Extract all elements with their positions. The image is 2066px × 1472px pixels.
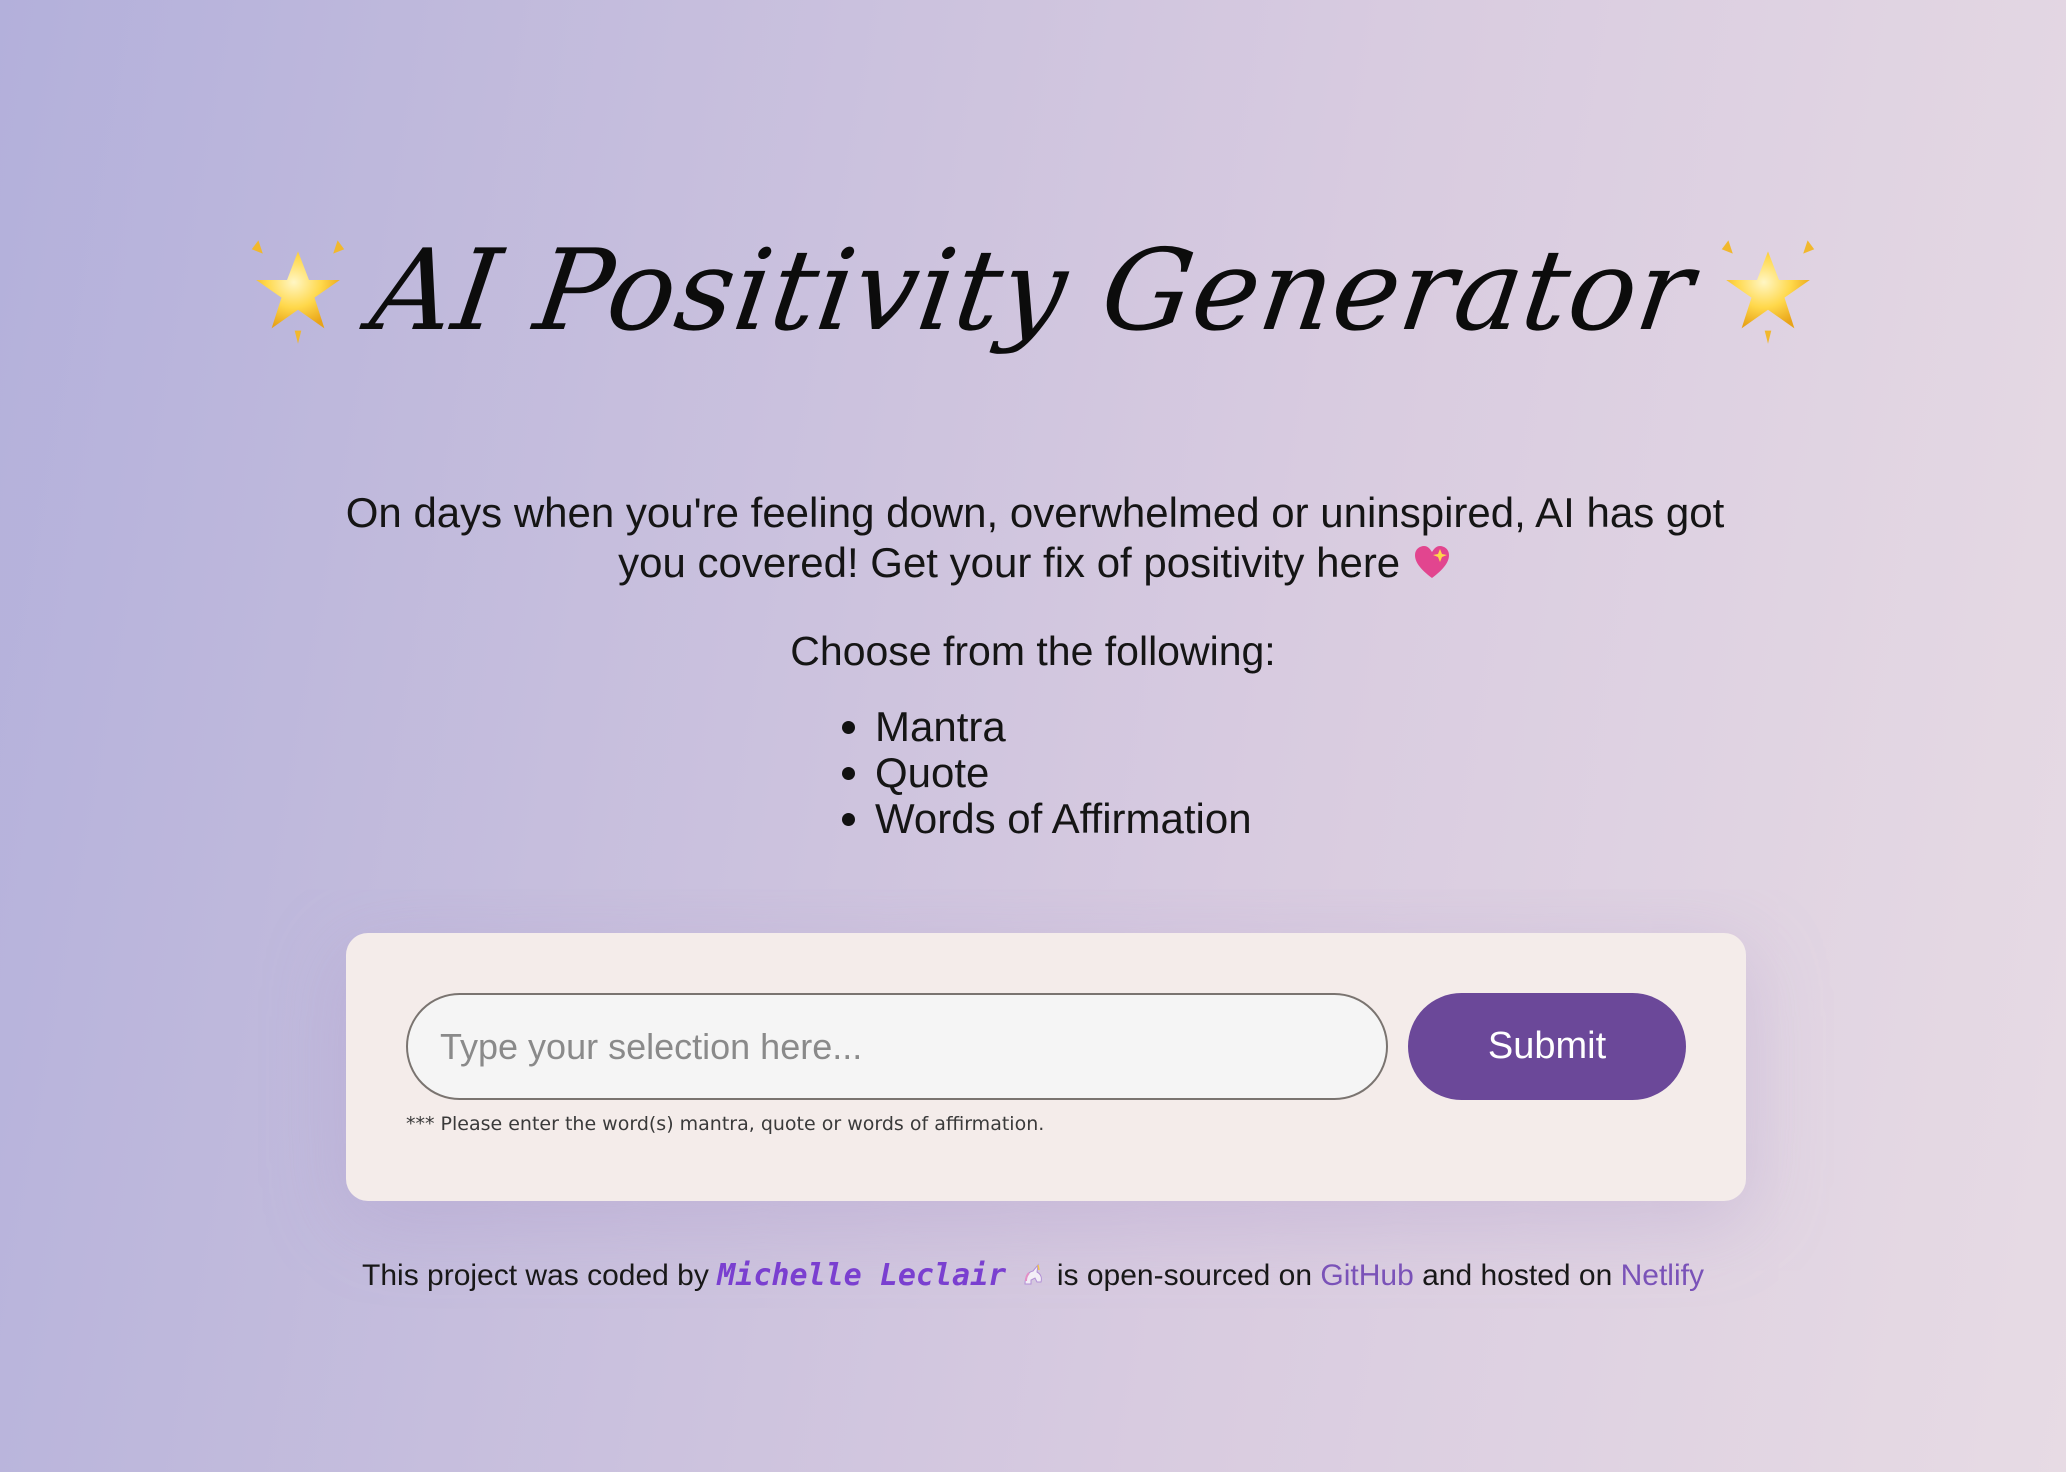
- sparkling-star-icon: [252, 240, 345, 344]
- input-hint: *** Please enter the word(s) mantra, quo…: [406, 1113, 1045, 1135]
- sparkling-star-icon: [1721, 240, 1814, 344]
- sparkling-heart-icon: [1414, 546, 1449, 578]
- intro-text: On days when you're feeling down, overwh…: [345, 489, 1725, 586]
- footer-and: and hosted on: [1422, 1259, 1613, 1292]
- bullet-icon: [842, 812, 855, 826]
- footer-prefix: This project was coded by: [362, 1259, 709, 1292]
- footer-middle: is open-sourced on: [1056, 1259, 1313, 1292]
- option-label: Words of Affirmation: [875, 795, 1252, 842]
- options-list: Mantra Quote Words of Affirmation: [842, 704, 1252, 842]
- unicorn-icon: [1024, 1263, 1042, 1285]
- page-title: AI Positivity Generator: [364, 226, 1702, 356]
- title-row: AI Positivity Generator: [0, 226, 2066, 356]
- list-item: Quote: [842, 750, 1252, 796]
- option-label: Quote: [875, 749, 990, 796]
- list-item: Mantra: [842, 704, 1252, 750]
- selection-form-card: Type your selection here... Submit *** P…: [346, 933, 1746, 1201]
- selection-input[interactable]: Type your selection here...: [406, 993, 1388, 1100]
- github-link[interactable]: GitHub: [1320, 1259, 1413, 1292]
- bullet-icon: [842, 766, 855, 780]
- selection-input-placeholder: Type your selection here...: [440, 1025, 863, 1067]
- page: AI Positivity Generator On days when you…: [0, 0, 2066, 1472]
- list-item: Words of Affirmation: [842, 796, 1252, 842]
- choose-heading: Choose from the following:: [790, 628, 1276, 674]
- footer: This project was coded by Michelle Lecla…: [0, 1258, 2066, 1293]
- submit-button[interactable]: Submit: [1408, 993, 1686, 1100]
- intro-paragraph: On days when you're feeling down, overwh…: [340, 488, 1730, 588]
- bullet-icon: [842, 720, 855, 734]
- netlify-link[interactable]: Netlify: [1621, 1259, 1704, 1292]
- author-link[interactable]: Michelle Leclair: [717, 1258, 1006, 1293]
- option-label: Mantra: [875, 703, 1006, 750]
